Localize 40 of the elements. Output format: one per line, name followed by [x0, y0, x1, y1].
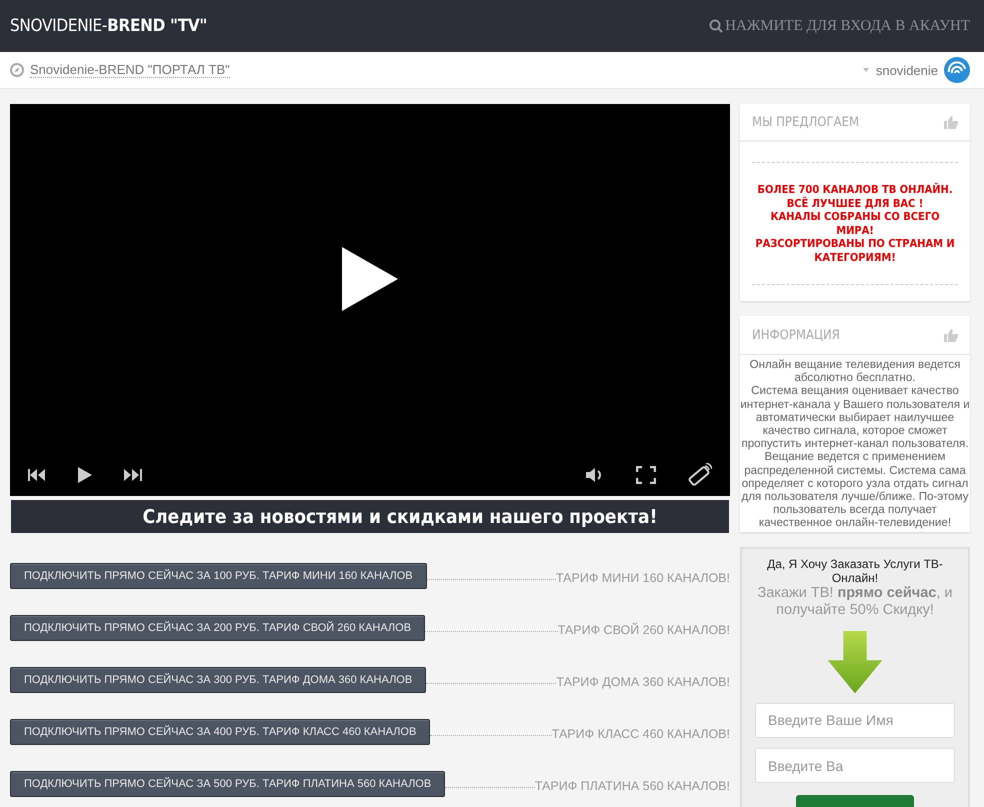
volume-icon[interactable]	[586, 467, 604, 483]
tariff-button[interactable]: ПОДКЛЮЧИТЬ ПРЯМО СЕЙЧАС ЗА 400 РУБ. ТАРИФ КЛАСС 460 КАНАЛОВ	[10, 719, 430, 745]
tariff-button[interactable]: ПОДКЛЮЧИТЬ ПРЯМО СЕЙЧАС ЗА 500 РУБ. ТАРИФ ПЛАТИНА 560 КАНАЛОВ	[10, 771, 446, 797]
input-field[interactable]: Введите Ваше Имя	[755, 702, 955, 738]
site-logo[interactable]: SNOVIDENIE-BREND "TV"	[10, 16, 208, 36]
news-banner: Следите за новостями и скидками нашего проекта!	[11, 500, 729, 533]
compass-icon	[10, 63, 24, 77]
play-icon[interactable]	[78, 467, 92, 483]
tariff-label: ТАРИФ СВОЙ 260 КАНАЛОВ!	[558, 623, 730, 637]
card-title: МЫ ПРЕДЛОГАЕМ	[752, 114, 860, 130]
order-heading: Да, Я Хочу Заказать Услуги ТВ-Онлайн!	[766, 556, 944, 585]
user-name[interactable]: snovidenie	[876, 62, 938, 78]
info-text: Онлайн вещание телевидения ведется абсолютно бесплатно.	[748, 358, 962, 384]
promo-text: Закажи ТВ! прямо сейчас, и получайте 50% Скидку!	[756, 584, 954, 619]
input-field[interactable]: Введите Ва	[755, 748, 955, 784]
play-icon[interactable]	[342, 247, 398, 311]
offer-text: КАНАЛЫ СОБРАНЫ СО ВСЕГО МИРА!	[769, 210, 941, 237]
tariff-button[interactable]: ПОДКЛЮЧИТЬ ПРЯМО СЕЙЧАС ЗА 300 РУБ. ТАРИФ ДОМА 360 КАНАЛОВ	[10, 667, 426, 693]
remote-icon[interactable]	[688, 463, 712, 487]
card-title: ИНФОРМАЦИЯ	[752, 328, 840, 342]
search-icon	[709, 19, 724, 33]
offer-text: РАЗСОРТИРОВАНЫ ПО СТРАНАМ И КАТЕГОРИЯМ!	[754, 237, 956, 264]
info-text: Система вещания оценивает качество интернет-канала у Вашего пользователя и автоматически выбирает наилучшее качество сигнала, которое сможет пропустить интернет-канал пользователя. Вещание ведется с применением распределенной системы. Система сама определяет с которого узла отдать сигнал для пользователя лучше/ближе. По-этому пользователь всегда получает качественное онлайн-телевидение!	[740, 384, 970, 530]
next-icon[interactable]	[124, 469, 142, 481]
tariff-label: ТАРИФ МИНИ 160 КАНАЛОВ!	[556, 571, 730, 585]
tariff-label: ТАРИФ ДОМА 360 КАНАЛОВ!	[556, 675, 730, 689]
offer-text: БОЛЕЕ 700 КАНАЛОВ ТВ ОНЛАЙН.	[756, 183, 954, 196]
avatar-icon[interactable]	[944, 57, 970, 83]
thumbs-up-icon[interactable]	[944, 328, 958, 342]
login-link[interactable]: НАЖМИТЕ ДЛЯ ВХОДА В АКАУНТ	[709, 18, 970, 34]
tariff-label: ТАРИФ ПЛАТИНА 560 КАНАЛОВ!	[534, 779, 730, 793]
previous-icon[interactable]	[28, 469, 46, 481]
tariff-label: ТАРИФ КЛАСС 460 КАНАЛОВ!	[552, 727, 730, 741]
thumbs-up-icon[interactable]	[944, 115, 958, 129]
caret-icon	[862, 67, 870, 73]
breadcrumb-link[interactable]: Snovidenie-BREND "ПОРТАЛ ТВ"	[30, 62, 230, 78]
fullscreen-icon[interactable]	[636, 466, 656, 484]
tariff-button[interactable]: ПОДКЛЮЧИТЬ ПРЯМО СЕЙЧАС ЗА 200 РУБ. ТАРИФ СВОЙ 260 КАНАЛОВ	[10, 615, 426, 641]
tariff-button[interactable]: ПОДКЛЮЧИТЬ ПРЯМО СЕЙЧАС ЗА 100 РУБ. ТАРИФ МИНИ 160 КАНАЛОВ	[10, 563, 427, 589]
offer-text: ВСЁ ЛУЧШЕЕ ДЛЯ ВАС !	[786, 196, 924, 210]
